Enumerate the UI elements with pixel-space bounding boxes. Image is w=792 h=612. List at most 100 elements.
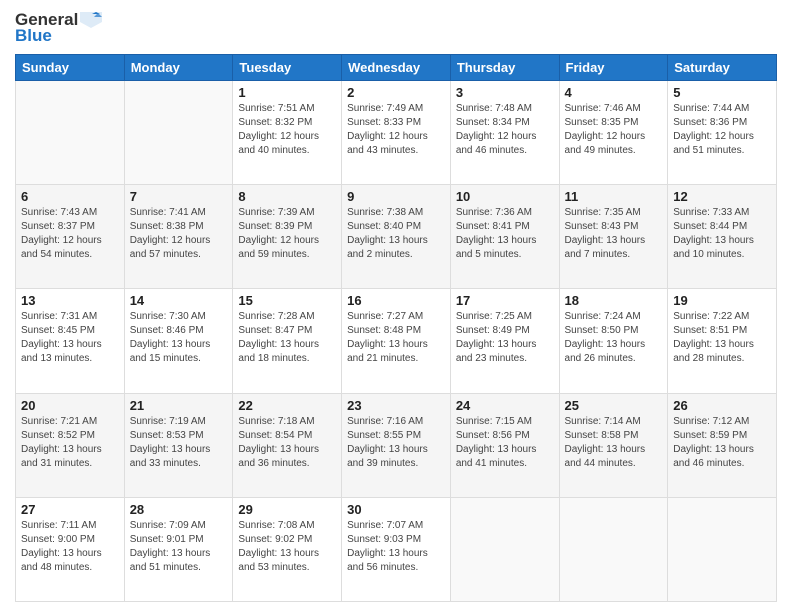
- calendar-cell: 6 Sunrise: 7:43 AM Sunset: 8:37 PM Daylig…: [16, 185, 125, 289]
- day-info: Sunrise: 7:22 AM Sunset: 8:51 PM Dayligh…: [673, 310, 771, 366]
- calendar-cell: [668, 497, 777, 601]
- day-info: Sunrise: 7:33 AM Sunset: 8:44 PM Dayligh…: [673, 206, 771, 262]
- calendar-cell: 8 Sunrise: 7:39 AM Sunset: 8:39 PM Daylig…: [233, 185, 342, 289]
- page: General Blue SundayMondayTuesdayWednesda…: [0, 0, 792, 612]
- day-number: 30: [347, 502, 445, 517]
- calendar-cell: 20Sunrise: 7:21 AM Sunset: 8:52 PM Dayli…: [16, 393, 125, 497]
- day-number: 2: [347, 85, 445, 100]
- day-info: Sunrise: 7:15 AM Sunset: 8:56 PM Dayligh…: [456, 415, 554, 471]
- day-info: Sunrise: 7:08 AM Sunset: 9:02 PM Dayligh…: [238, 519, 336, 575]
- day-number: 5: [673, 85, 771, 100]
- day-number: 11: [565, 189, 663, 204]
- day-info: Sunrise: 7:43 AM Sunset: 8:37 PM Dayligh…: [21, 206, 119, 262]
- calendar-cell: 18 Sunrise: 7:24 AM Sunset: 8:50 PM Dayli…: [559, 289, 668, 393]
- calendar-cell: 23Sunrise: 7:16 AM Sunset: 8:55 PM Dayli…: [342, 393, 451, 497]
- calendar-cell: 28Sunrise: 7:09 AM Sunset: 9:01 PM Dayli…: [124, 497, 233, 601]
- day-number: 28: [130, 502, 228, 517]
- day-number: 17: [456, 293, 554, 308]
- day-of-week-header: Sunday: [16, 55, 125, 81]
- day-info: Sunrise: 7:51 AM Sunset: 8:32 PM Dayligh…: [238, 102, 336, 158]
- calendar-cell: 2 Sunrise: 7:49 AM Sunset: 8:33 PM Daylig…: [342, 81, 451, 185]
- calendar-cell: 4 Sunrise: 7:46 AM Sunset: 8:35 PM Daylig…: [559, 81, 668, 185]
- day-number: 8: [238, 189, 336, 204]
- calendar-cell: [124, 81, 233, 185]
- day-info: Sunrise: 7:49 AM Sunset: 8:33 PM Dayligh…: [347, 102, 445, 158]
- day-info: Sunrise: 7:18 AM Sunset: 8:54 PM Dayligh…: [238, 415, 336, 471]
- calendar-cell: [16, 81, 125, 185]
- day-number: 19: [673, 293, 771, 308]
- calendar-week-row: 20Sunrise: 7:21 AM Sunset: 8:52 PM Dayli…: [16, 393, 777, 497]
- calendar-cell: 3 Sunrise: 7:48 AM Sunset: 8:34 PM Daylig…: [450, 81, 559, 185]
- day-number: 27: [21, 502, 119, 517]
- day-number: 1: [238, 85, 336, 100]
- day-info: Sunrise: 7:30 AM Sunset: 8:46 PM Dayligh…: [130, 310, 228, 366]
- calendar-cell: 29 Sunrise: 7:08 AM Sunset: 9:02 PM Dayli…: [233, 497, 342, 601]
- calendar-week-row: 6 Sunrise: 7:43 AM Sunset: 8:37 PM Daylig…: [16, 185, 777, 289]
- calendar-cell: 12 Sunrise: 7:33 AM Sunset: 8:44 PM Dayli…: [668, 185, 777, 289]
- day-info: Sunrise: 7:48 AM Sunset: 8:34 PM Dayligh…: [456, 102, 554, 158]
- day-number: 20: [21, 398, 119, 413]
- calendar-cell: 5 Sunrise: 7:44 AM Sunset: 8:36 PM Daylig…: [668, 81, 777, 185]
- calendar-cell: 14 Sunrise: 7:30 AM Sunset: 8:46 PM Dayli…: [124, 289, 233, 393]
- calendar-cell: 27 Sunrise: 7:11 AM Sunset: 9:00 PM Dayli…: [16, 497, 125, 601]
- calendar-week-row: 1 Sunrise: 7:51 AM Sunset: 8:32 PM Daylig…: [16, 81, 777, 185]
- day-of-week-header: Saturday: [668, 55, 777, 81]
- day-info: Sunrise: 7:14 AM Sunset: 8:58 PM Dayligh…: [565, 415, 663, 471]
- day-info: Sunrise: 7:07 AM Sunset: 9:03 PM Dayligh…: [347, 519, 445, 575]
- calendar-header-row: SundayMondayTuesdayWednesdayThursdayFrid…: [16, 55, 777, 81]
- day-number: 3: [456, 85, 554, 100]
- day-number: 6: [21, 189, 119, 204]
- calendar-cell: 15 Sunrise: 7:28 AM Sunset: 8:47 PM Dayli…: [233, 289, 342, 393]
- day-of-week-header: Thursday: [450, 55, 559, 81]
- calendar-cell: 1 Sunrise: 7:51 AM Sunset: 8:32 PM Daylig…: [233, 81, 342, 185]
- calendar-table: SundayMondayTuesdayWednesdayThursdayFrid…: [15, 54, 777, 602]
- day-info: Sunrise: 7:24 AM Sunset: 8:50 PM Dayligh…: [565, 310, 663, 366]
- calendar-cell: 30 Sunrise: 7:07 AM Sunset: 9:03 PM Dayli…: [342, 497, 451, 601]
- day-info: Sunrise: 7:44 AM Sunset: 8:36 PM Dayligh…: [673, 102, 771, 158]
- day-info: Sunrise: 7:19 AM Sunset: 8:53 PM Dayligh…: [130, 415, 228, 471]
- day-info: Sunrise: 7:39 AM Sunset: 8:39 PM Dayligh…: [238, 206, 336, 262]
- calendar-cell: 9Sunrise: 7:38 AM Sunset: 8:40 PM Daylig…: [342, 185, 451, 289]
- calendar-cell: 7 Sunrise: 7:41 AM Sunset: 8:38 PM Daylig…: [124, 185, 233, 289]
- calendar-cell: 13Sunrise: 7:31 AM Sunset: 8:45 PM Dayli…: [16, 289, 125, 393]
- day-number: 22: [238, 398, 336, 413]
- calendar-cell: [559, 497, 668, 601]
- calendar-cell: 19 Sunrise: 7:22 AM Sunset: 8:51 PM Dayli…: [668, 289, 777, 393]
- logo: General Blue: [15, 10, 102, 46]
- day-info: Sunrise: 7:41 AM Sunset: 8:38 PM Dayligh…: [130, 206, 228, 262]
- day-number: 18: [565, 293, 663, 308]
- day-number: 16: [347, 293, 445, 308]
- day-number: 26: [673, 398, 771, 413]
- day-info: Sunrise: 7:27 AM Sunset: 8:48 PM Dayligh…: [347, 310, 445, 366]
- calendar-cell: 22 Sunrise: 7:18 AM Sunset: 8:54 PM Dayli…: [233, 393, 342, 497]
- day-info: Sunrise: 7:46 AM Sunset: 8:35 PM Dayligh…: [565, 102, 663, 158]
- calendar-cell: 25Sunrise: 7:14 AM Sunset: 8:58 PM Dayli…: [559, 393, 668, 497]
- day-of-week-header: Tuesday: [233, 55, 342, 81]
- header: General Blue: [15, 10, 777, 46]
- calendar-cell: 21Sunrise: 7:19 AM Sunset: 8:53 PM Dayli…: [124, 393, 233, 497]
- day-number: 15: [238, 293, 336, 308]
- logo-arrow-icon: [80, 12, 102, 28]
- day-of-week-header: Friday: [559, 55, 668, 81]
- calendar-cell: 11 Sunrise: 7:35 AM Sunset: 8:43 PM Dayli…: [559, 185, 668, 289]
- day-number: 10: [456, 189, 554, 204]
- day-number: 14: [130, 293, 228, 308]
- day-info: Sunrise: 7:25 AM Sunset: 8:49 PM Dayligh…: [456, 310, 554, 366]
- day-number: 7: [130, 189, 228, 204]
- day-number: 24: [456, 398, 554, 413]
- day-of-week-header: Monday: [124, 55, 233, 81]
- day-of-week-header: Wednesday: [342, 55, 451, 81]
- day-number: 4: [565, 85, 663, 100]
- day-info: Sunrise: 7:28 AM Sunset: 8:47 PM Dayligh…: [238, 310, 336, 366]
- day-info: Sunrise: 7:11 AM Sunset: 9:00 PM Dayligh…: [21, 519, 119, 575]
- day-info: Sunrise: 7:12 AM Sunset: 8:59 PM Dayligh…: [673, 415, 771, 471]
- day-info: Sunrise: 7:36 AM Sunset: 8:41 PM Dayligh…: [456, 206, 554, 262]
- day-info: Sunrise: 7:35 AM Sunset: 8:43 PM Dayligh…: [565, 206, 663, 262]
- day-number: 9: [347, 189, 445, 204]
- calendar-cell: 16 Sunrise: 7:27 AM Sunset: 8:48 PM Dayli…: [342, 289, 451, 393]
- calendar-cell: 26 Sunrise: 7:12 AM Sunset: 8:59 PM Dayli…: [668, 393, 777, 497]
- day-number: 12: [673, 189, 771, 204]
- calendar-cell: 10 Sunrise: 7:36 AM Sunset: 8:41 PM Dayli…: [450, 185, 559, 289]
- day-number: 29: [238, 502, 336, 517]
- day-info: Sunrise: 7:31 AM Sunset: 8:45 PM Dayligh…: [21, 310, 119, 366]
